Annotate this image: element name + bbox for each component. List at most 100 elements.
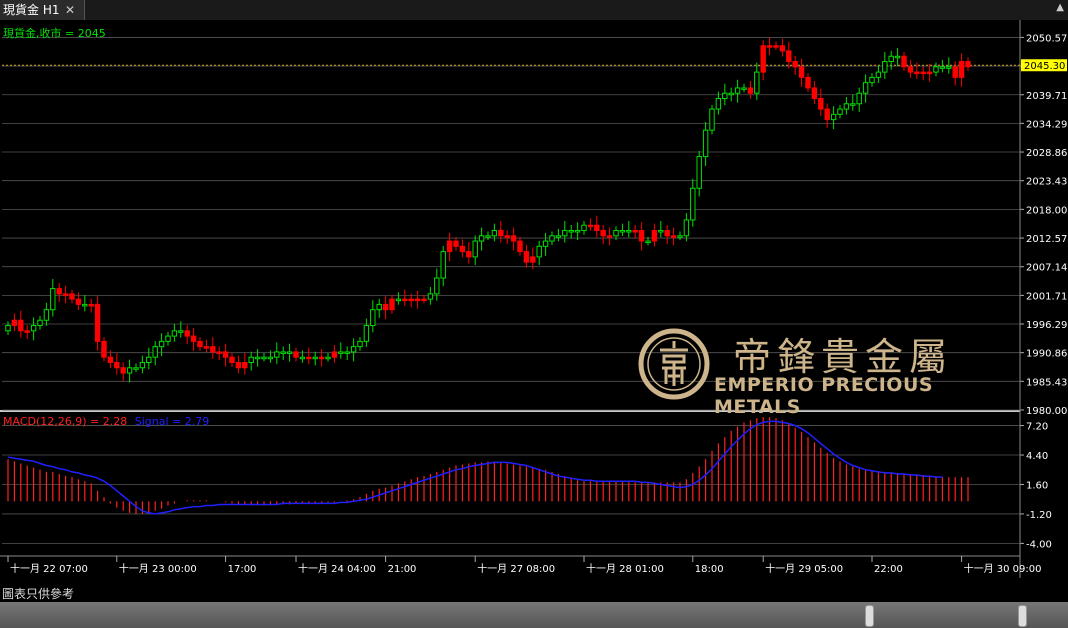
candle-body: [907, 66, 914, 73]
candle-body: [722, 92, 728, 99]
time-tick-label: 18:00: [695, 564, 724, 575]
candle-body: [632, 229, 638, 233]
candle-body: [210, 346, 216, 353]
candle-body: [965, 61, 971, 68]
scrollbar-right-handle[interactable]: [1018, 605, 1027, 627]
candle-body: [600, 229, 606, 237]
candle-body: [11, 319, 18, 327]
candle-body: [82, 303, 88, 307]
candle-body: [542, 240, 549, 247]
price-tick-label: 2007.14: [1026, 263, 1067, 274]
candle-body: [286, 351, 293, 354]
candle-body: [888, 55, 894, 63]
candle-body: [760, 45, 766, 73]
candle-body: [766, 45, 773, 48]
candle-body: [862, 82, 869, 94]
candle-body: [101, 340, 107, 358]
candle-body: [338, 351, 344, 354]
chart-scrollbar[interactable]: [0, 602, 1068, 628]
logo-english-text: EMPERIO PRECIOUS METALS: [714, 374, 934, 418]
candle-body: [613, 229, 619, 237]
candle-body: [306, 356, 312, 360]
candle-body: [664, 229, 670, 237]
time-tick-label: 十一月 27 08:00: [477, 562, 555, 575]
candle-body: [30, 325, 37, 332]
candle-body: [472, 240, 478, 258]
logo-chinese-text: 帝鋒貴金屬: [733, 335, 954, 379]
time-tick-label: 十一月 22 07:00: [10, 562, 88, 575]
candle-body: [158, 340, 165, 348]
candle-body: [677, 235, 683, 238]
candle-body: [357, 340, 363, 348]
candle-body: [555, 235, 562, 238]
close-icon[interactable]: ✕: [65, 0, 75, 20]
time-tick-label: 十一月 30 09:00: [964, 562, 1042, 575]
candle-body: [350, 346, 357, 353]
candle-body: [690, 187, 696, 221]
candle-body: [811, 87, 818, 99]
candle-body: [299, 356, 306, 360]
macd-tick-label: 4.40: [1026, 451, 1048, 462]
candle-body: [741, 87, 747, 90]
price-tick-label: 2001.71: [1026, 291, 1067, 302]
time-tick-label: 十一月 29 05:00: [765, 562, 843, 575]
candle-body: [747, 87, 754, 94]
candle-body: [421, 298, 427, 302]
candle-body: [485, 235, 491, 238]
candle-body: [581, 224, 587, 231]
footer-disclaimer: 圖表只供參考: [0, 586, 1068, 602]
price-tick-label: 2023.43: [1026, 177, 1067, 188]
candle-body: [882, 61, 888, 73]
macd-label: MACD(12,26,9) = 2.28: [3, 415, 127, 428]
candle-body: [408, 298, 414, 302]
candle-body: [510, 235, 517, 242]
candle-body: [229, 356, 235, 363]
candle-body: [427, 293, 434, 300]
candle-body: [376, 303, 382, 311]
candle-body: [843, 103, 850, 110]
candle-body: [939, 66, 946, 69]
candle-body: [786, 50, 792, 63]
candle-body: [267, 356, 274, 360]
time-tick-label: 17:00: [228, 564, 257, 575]
candle-body: [178, 330, 184, 333]
candle-body: [43, 309, 50, 321]
candle-body: [50, 288, 56, 311]
time-tick-label: 十一月 24 04:00: [298, 562, 376, 575]
candle-body: [875, 71, 882, 78]
candle-body: [434, 277, 440, 295]
candle-body: [312, 356, 318, 360]
scrollbar-left-handle[interactable]: [865, 605, 874, 627]
candle-body: [222, 351, 229, 358]
candle-body: [619, 229, 626, 233]
candle-body: [318, 356, 325, 360]
candle-body: [504, 235, 510, 238]
candle-body: [837, 108, 843, 115]
tab-bar: 現貨金 H1 ✕ ▲: [0, 0, 1068, 20]
candle-body: [920, 71, 926, 75]
candle-body: [645, 240, 651, 244]
time-tick-label: 22:00: [874, 564, 903, 575]
scroll-up-icon[interactable]: ▲: [1056, 2, 1064, 13]
price-tick-label: 2012.57: [1026, 234, 1067, 245]
candle-body: [594, 224, 600, 231]
price-chart[interactable]: 2050.572045.142039.712034.292028.862023.…: [0, 20, 1068, 586]
tab-chart[interactable]: 現貨金 H1 ✕: [0, 0, 85, 20]
price-tick-label: 1996.29: [1026, 320, 1067, 331]
candle-body: [670, 235, 677, 238]
candle-body: [446, 240, 453, 253]
price-chart-title: 現貨金,收市 = 2045: [3, 26, 106, 40]
candle-body: [734, 87, 741, 94]
candle-body: [894, 55, 901, 59]
candle-body: [242, 361, 248, 369]
macd-tick-label: -1.20: [1026, 510, 1052, 521]
candle-body: [715, 97, 722, 110]
candle-body: [126, 367, 133, 374]
candle-body: [523, 251, 530, 263]
macd-histogram: [7, 417, 969, 515]
candle-body: [869, 76, 875, 84]
candle-body: [261, 356, 267, 360]
time-tick-label: 21:00: [388, 564, 417, 575]
axes: 2050.572045.142039.712034.292028.862023.…: [7, 33, 1067, 575]
logo-emblem-icon: [638, 328, 710, 400]
